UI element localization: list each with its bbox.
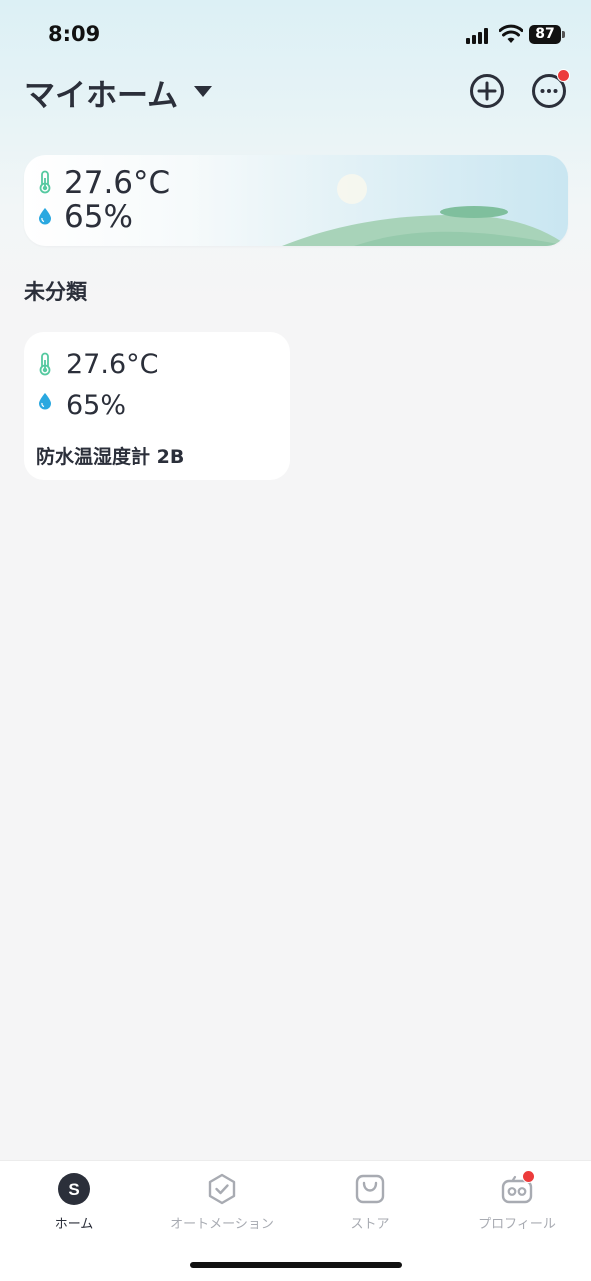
weather-temperature: 27.6°C [64, 165, 171, 201]
thermometer-icon [39, 170, 51, 194]
tab-store-label: ストア [350, 1217, 390, 1232]
home-s-icon: S [58, 1173, 90, 1205]
device-humidity: 65% [66, 390, 127, 421]
weather-humidity: 65% [64, 199, 133, 235]
battery-icon: 87 [529, 25, 561, 44]
tab-profile-label: プロフィール [478, 1217, 556, 1232]
wifi-icon [499, 24, 523, 43]
device-temperature: 27.6°C [66, 349, 159, 380]
status-bar: 8:09 87 [0, 0, 591, 70]
automation-shield-icon [208, 1173, 236, 1205]
tab-home-label: ホーム [54, 1217, 94, 1232]
home-indicator [190, 1262, 402, 1268]
humidity-drop-icon [39, 208, 51, 225]
caret-down-icon[interactable] [194, 86, 212, 97]
home-selector-title[interactable]: マイホーム [24, 70, 178, 115]
signal-icon [466, 28, 492, 44]
store-bag-icon [355, 1174, 385, 1204]
section-title-uncategorized: 未分類 [24, 280, 87, 304]
status-time: 8:09 [48, 22, 101, 46]
add-icon[interactable] [469, 73, 505, 109]
tab-automation[interactable]: オートメーション [148, 1161, 296, 1241]
weather-card[interactable]: 27.6°C 65% [24, 155, 568, 246]
notification-badge [557, 69, 570, 82]
tab-store[interactable]: ストア [296, 1161, 444, 1241]
svg-text:S: S [68, 1180, 79, 1199]
device-name: 防水温湿度計 2B [36, 446, 185, 468]
device-card[interactable]: 27.6°C 65% 防水温湿度計 2B [24, 332, 290, 480]
tab-automation-label: オートメーション [170, 1217, 274, 1232]
humidity-drop-icon [39, 393, 51, 410]
tab-home[interactable]: S ホーム [0, 1161, 148, 1241]
profile-notification-badge [522, 1170, 535, 1183]
battery-tip [562, 31, 565, 38]
tab-profile[interactable]: プロフィール [443, 1161, 591, 1241]
thermometer-icon [39, 352, 51, 376]
